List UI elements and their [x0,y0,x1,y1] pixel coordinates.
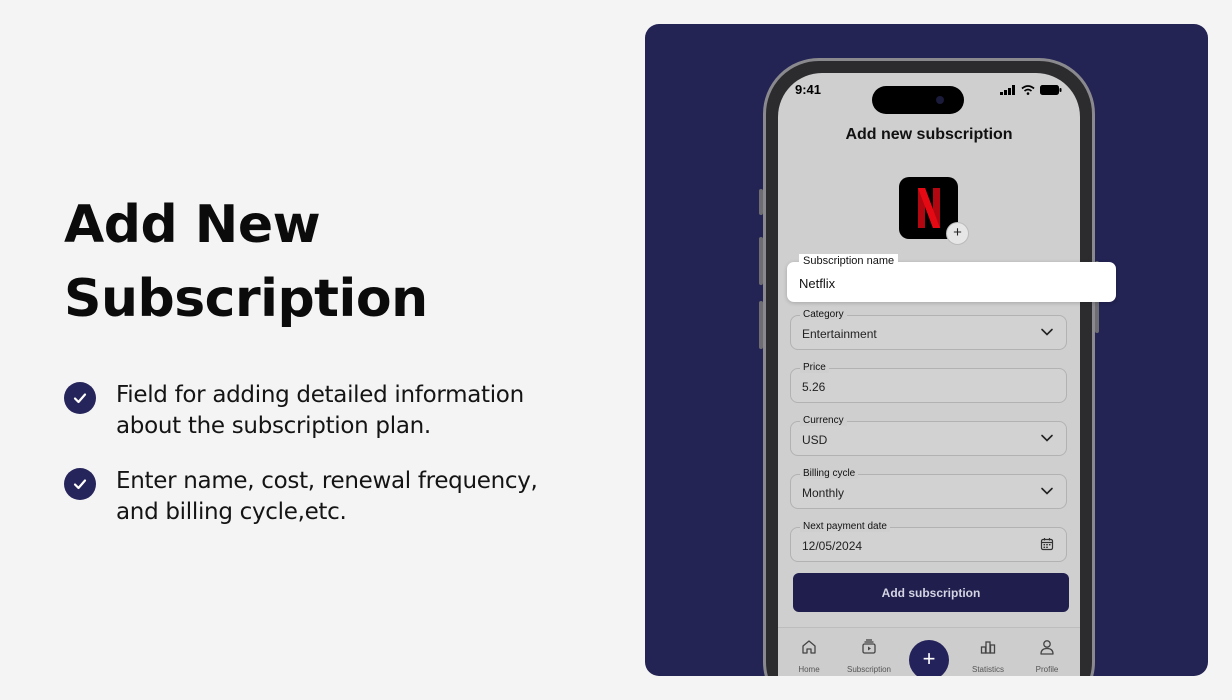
feature-item: Enter name, cost, renewal frequency, and… [64,466,584,528]
intro-section: Add New Subscription Field for adding de… [64,188,584,552]
field-value: 5.26 [802,380,826,394]
subscription-name-field[interactable]: Subscription name Netflix [787,254,1116,302]
field-value: Entertainment [802,327,877,341]
tab-label: Profile [1035,665,1059,674]
field-value: Monthly [802,486,845,500]
netflix-logo-icon [917,188,940,228]
feature-text-line: about the subscription plan. [116,413,431,439]
phone-mockup: 9:41 Add new subscription + Category Ent… [759,58,1099,676]
calendar-icon[interactable] [1040,537,1054,551]
wifi-icon [1021,85,1035,95]
billing-cycle-select[interactable]: Billing cycle Monthly [790,468,1067,509]
next-payment-date-field[interactable]: Next payment date 12/05/2024 [790,521,1067,562]
home-icon [802,640,816,654]
price-field[interactable]: Price 5.26 [790,362,1067,403]
showcase-panel: 9:41 Add new subscription + Category Ent… [645,24,1208,676]
dynamic-island [872,86,964,114]
tab-profile[interactable]: Profile [1019,638,1075,674]
phone-side-button [759,237,763,285]
add-fab-button[interactable]: + [909,640,949,676]
chevron-down-icon [1041,434,1053,442]
field-label: Billing cycle [800,468,859,479]
field-label: Price [800,362,829,373]
field-value: 12/05/2024 [802,539,863,553]
field-label: Currency [800,415,847,426]
feature-text: Enter name, cost, renewal frequency, and… [116,466,538,528]
tab-bar: Home Subscription + Statistics Profile [778,627,1080,676]
camera-icon [936,96,944,104]
chevron-down-icon [1041,328,1053,336]
tab-label: Statistics [971,665,1004,674]
phone-side-button [759,301,763,349]
field-label: Next payment date [800,521,890,532]
phone-screen: 9:41 Add new subscription + Category Ent… [778,73,1080,676]
tab-subscription[interactable]: Subscription [841,638,897,674]
battery-icon [1040,85,1062,95]
feature-list: Field for adding detailed information ab… [64,380,584,528]
feature-text: Field for adding detailed information ab… [116,380,524,442]
tab-label: Subscription [846,665,892,674]
tab-home[interactable]: Home [781,638,837,674]
category-select[interactable]: Category Entertainment [790,309,1067,350]
field-value: USD [802,433,828,447]
feature-text-line: Enter name, cost, renewal frequency, [116,468,538,494]
status-icons [1000,85,1062,95]
add-subscription-button[interactable]: Add subscription [793,573,1069,612]
feature-item: Field for adding detailed information ab… [64,380,584,442]
profile-icon [1040,640,1054,655]
currency-select[interactable]: Currency USD [790,415,1067,456]
screen-title: Add new subscription [845,126,1013,143]
tab-label: Home [798,665,820,674]
feature-text-line: and billing cycle,etc. [116,499,347,525]
add-image-button[interactable]: + [946,222,969,245]
field-label: Subscription name [799,254,899,268]
signal-icon [1000,85,1015,95]
chevron-down-icon [1041,487,1053,495]
netflix-app-icon[interactable]: + [899,177,969,245]
check-icon [64,382,96,414]
tab-statistics[interactable]: Statistics [960,638,1016,674]
statistics-icon [980,641,996,654]
phone-side-button [759,189,763,215]
field-label: Category [800,309,847,320]
headline-line-2: Subscription [64,269,428,329]
check-icon [64,468,96,500]
field-value: Netflix [799,276,836,291]
feature-text-line: Field for adding detailed information [116,382,524,408]
status-time: 9:41 [795,82,822,97]
page-title: Add New Subscription [64,188,584,336]
subscription-icon [862,639,876,654]
headline-line-1: Add New [64,195,321,255]
